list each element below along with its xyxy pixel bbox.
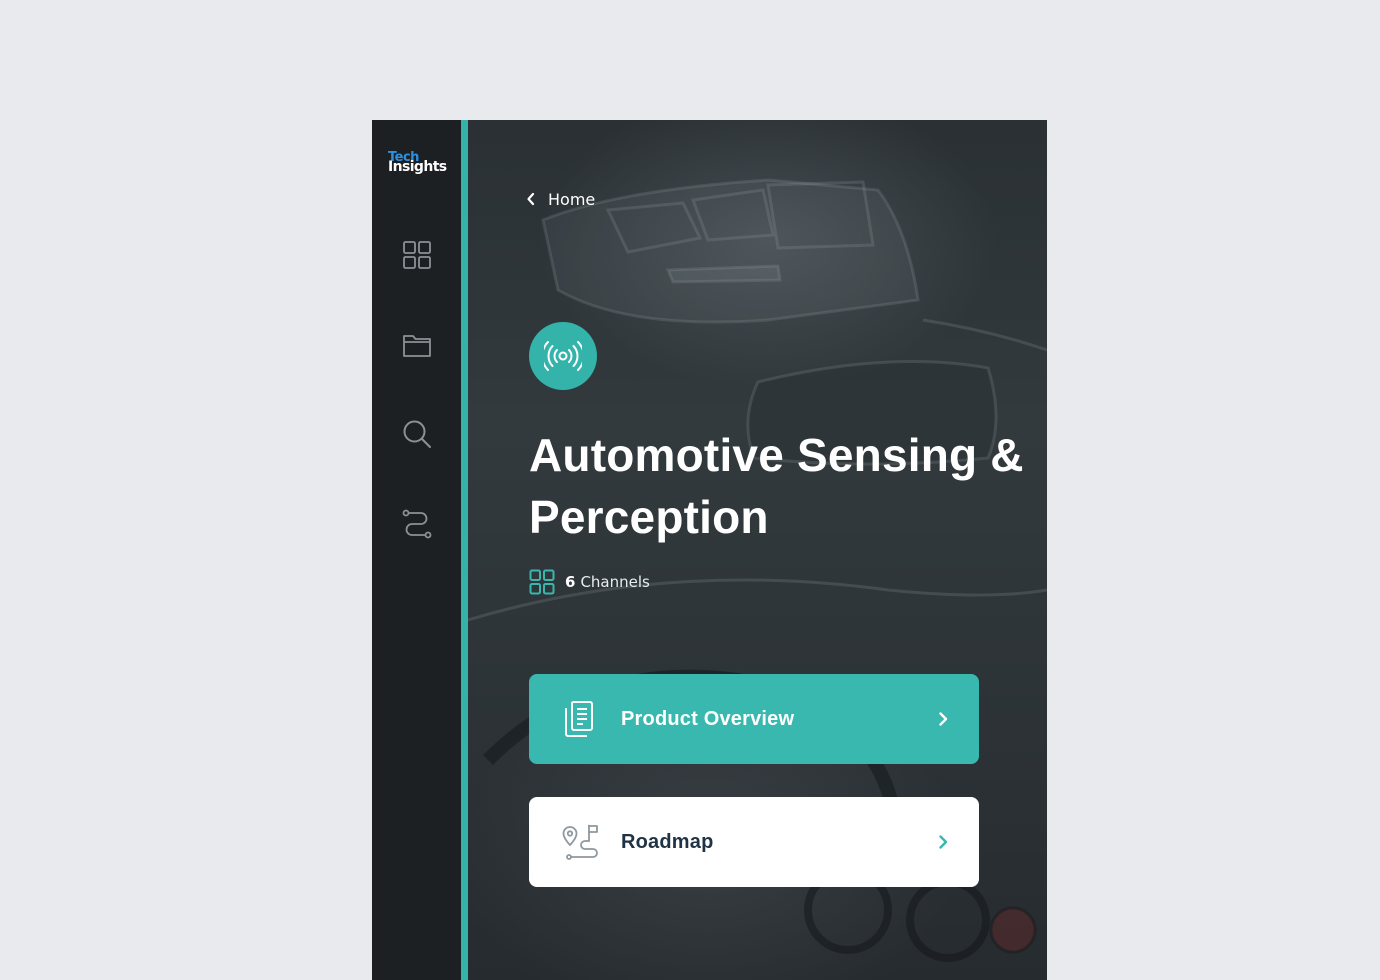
breadcrumb-home-link[interactable]: Home	[526, 188, 595, 210]
page-title: Automotive Sensing & Perception	[529, 429, 1024, 543]
tech-insights-logo[interactable]: Tech Insights	[388, 151, 450, 174]
channels-count: 6 Channels	[529, 568, 650, 596]
chevron-left-icon	[527, 192, 535, 206]
sidebar-item-dashboard[interactable]	[401, 239, 433, 271]
app-frame: Tech Insights Home Automotive Sensing & …	[372, 120, 1047, 980]
chevron-right-icon	[939, 712, 948, 726]
folder-icon	[403, 335, 431, 357]
grid-icon	[403, 241, 431, 269]
documents-icon	[560, 699, 600, 739]
roadmap-card[interactable]: Roadmap	[529, 797, 979, 887]
roadmap-label: Roadmap	[621, 830, 714, 853]
sidebar-item-folders[interactable]	[401, 329, 433, 361]
product-overview-card[interactable]: Product Overview	[529, 674, 979, 764]
chevron-right-icon	[939, 835, 948, 849]
sidebar-item-roadmaps[interactable]	[401, 508, 433, 540]
breadcrumb-label: Home	[548, 189, 596, 209]
logo-text-insights: Insights	[388, 159, 447, 175]
search-icon	[403, 420, 431, 448]
broadcast-signal-icon	[544, 341, 582, 371]
channels-count-label: Channels	[580, 573, 650, 591]
channels-count-number: 6	[565, 573, 576, 591]
topic-hero: Home Automotive Sensing & Perception 6 C…	[468, 120, 1047, 980]
route-icon	[402, 509, 432, 539]
sidebar-item-search[interactable]	[401, 418, 433, 450]
roadmap-icon	[560, 822, 600, 862]
product-overview-label: Product Overview	[621, 707, 795, 730]
sidebar-accent-bar	[461, 120, 468, 980]
sidebar: Tech Insights	[372, 120, 461, 980]
grid-icon	[529, 569, 555, 595]
topic-badge	[529, 322, 597, 390]
